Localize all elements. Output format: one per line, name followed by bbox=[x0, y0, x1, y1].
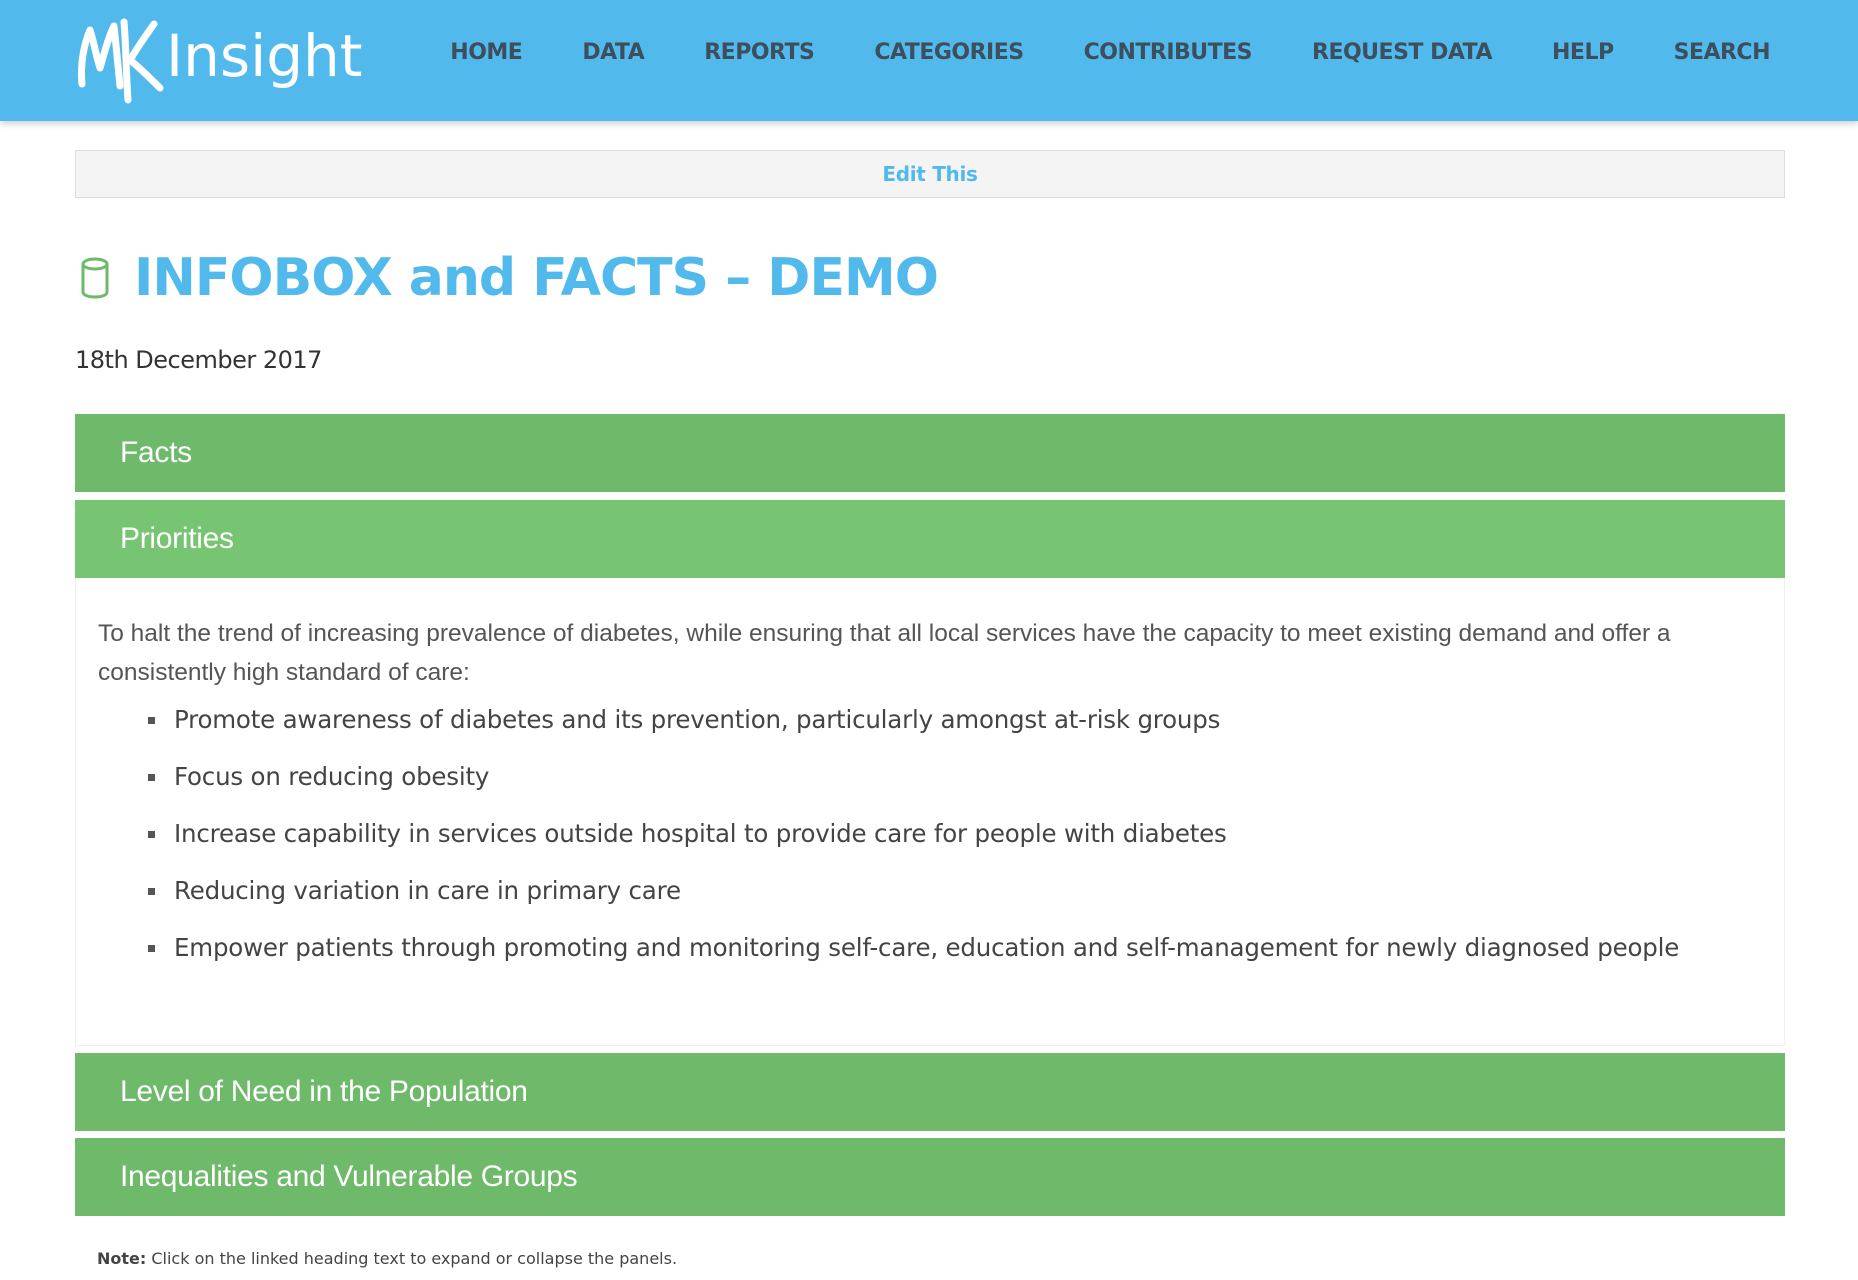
edit-bar: Edit This bbox=[75, 150, 1785, 198]
list-item: Promote awareness of diabetes and its pr… bbox=[148, 700, 1679, 757]
publish-date: 18th December 2017 bbox=[75, 346, 322, 374]
nav-contributes[interactable]: CONTRIBUTES bbox=[1054, 36, 1282, 70]
nav-search[interactable]: SEARCH bbox=[1644, 36, 1771, 70]
nav-request-data[interactable]: REQUEST DATA bbox=[1282, 36, 1522, 70]
page-title-text: INFOBOX and FACTS – DEMO bbox=[134, 248, 939, 308]
panel-facts-heading[interactable]: Facts bbox=[75, 414, 1785, 492]
priorities-list: Promote awareness of diabetes and its pr… bbox=[148, 700, 1679, 985]
note-text: Click on the linked heading text to expa… bbox=[146, 1249, 678, 1268]
panel-inequalities-heading[interactable]: Inequalities and Vulnerable Groups bbox=[75, 1138, 1785, 1216]
list-item: Focus on reducing obesity bbox=[148, 757, 1679, 814]
nav-home[interactable]: HOME bbox=[420, 36, 552, 70]
priorities-intro: To halt the trend of increasing prevalen… bbox=[98, 620, 1671, 686]
nav-data[interactable]: DATA bbox=[552, 36, 674, 70]
footer-note: Note: Click on the linked heading text t… bbox=[97, 1249, 677, 1268]
list-item: Empower patients through promoting and m… bbox=[148, 928, 1679, 985]
database-icon bbox=[81, 257, 109, 299]
nav-categories[interactable]: CATEGORIES bbox=[844, 36, 1053, 70]
logo-text: Insight bbox=[166, 22, 363, 90]
site-header: Insight HOME DATA REPORTS CATEGORIES CON… bbox=[0, 0, 1858, 121]
panel-level-of-need-heading[interactable]: Level of Need in the Population bbox=[75, 1053, 1785, 1131]
note-label: Note: bbox=[97, 1249, 147, 1268]
main-nav: HOME DATA REPORTS CATEGORIES CONTRIBUTES… bbox=[420, 36, 1770, 70]
page-title: INFOBOX and FACTS – DEMO bbox=[80, 248, 939, 308]
list-item: Reducing variation in care in primary ca… bbox=[148, 871, 1679, 928]
nav-help[interactable]: HELP bbox=[1522, 36, 1644, 70]
mk-logo-mark bbox=[78, 18, 164, 104]
nav-reports[interactable]: REPORTS bbox=[674, 36, 844, 70]
site-logo[interactable]: Insight bbox=[76, 14, 363, 104]
panel-priorities-heading[interactable]: Priorities bbox=[75, 500, 1785, 578]
edit-this-link[interactable]: Edit This bbox=[882, 162, 978, 186]
panel-priorities-body: To halt the trend of increasing prevalen… bbox=[75, 578, 1785, 1046]
list-item: Increase capability in services outside … bbox=[148, 814, 1679, 871]
